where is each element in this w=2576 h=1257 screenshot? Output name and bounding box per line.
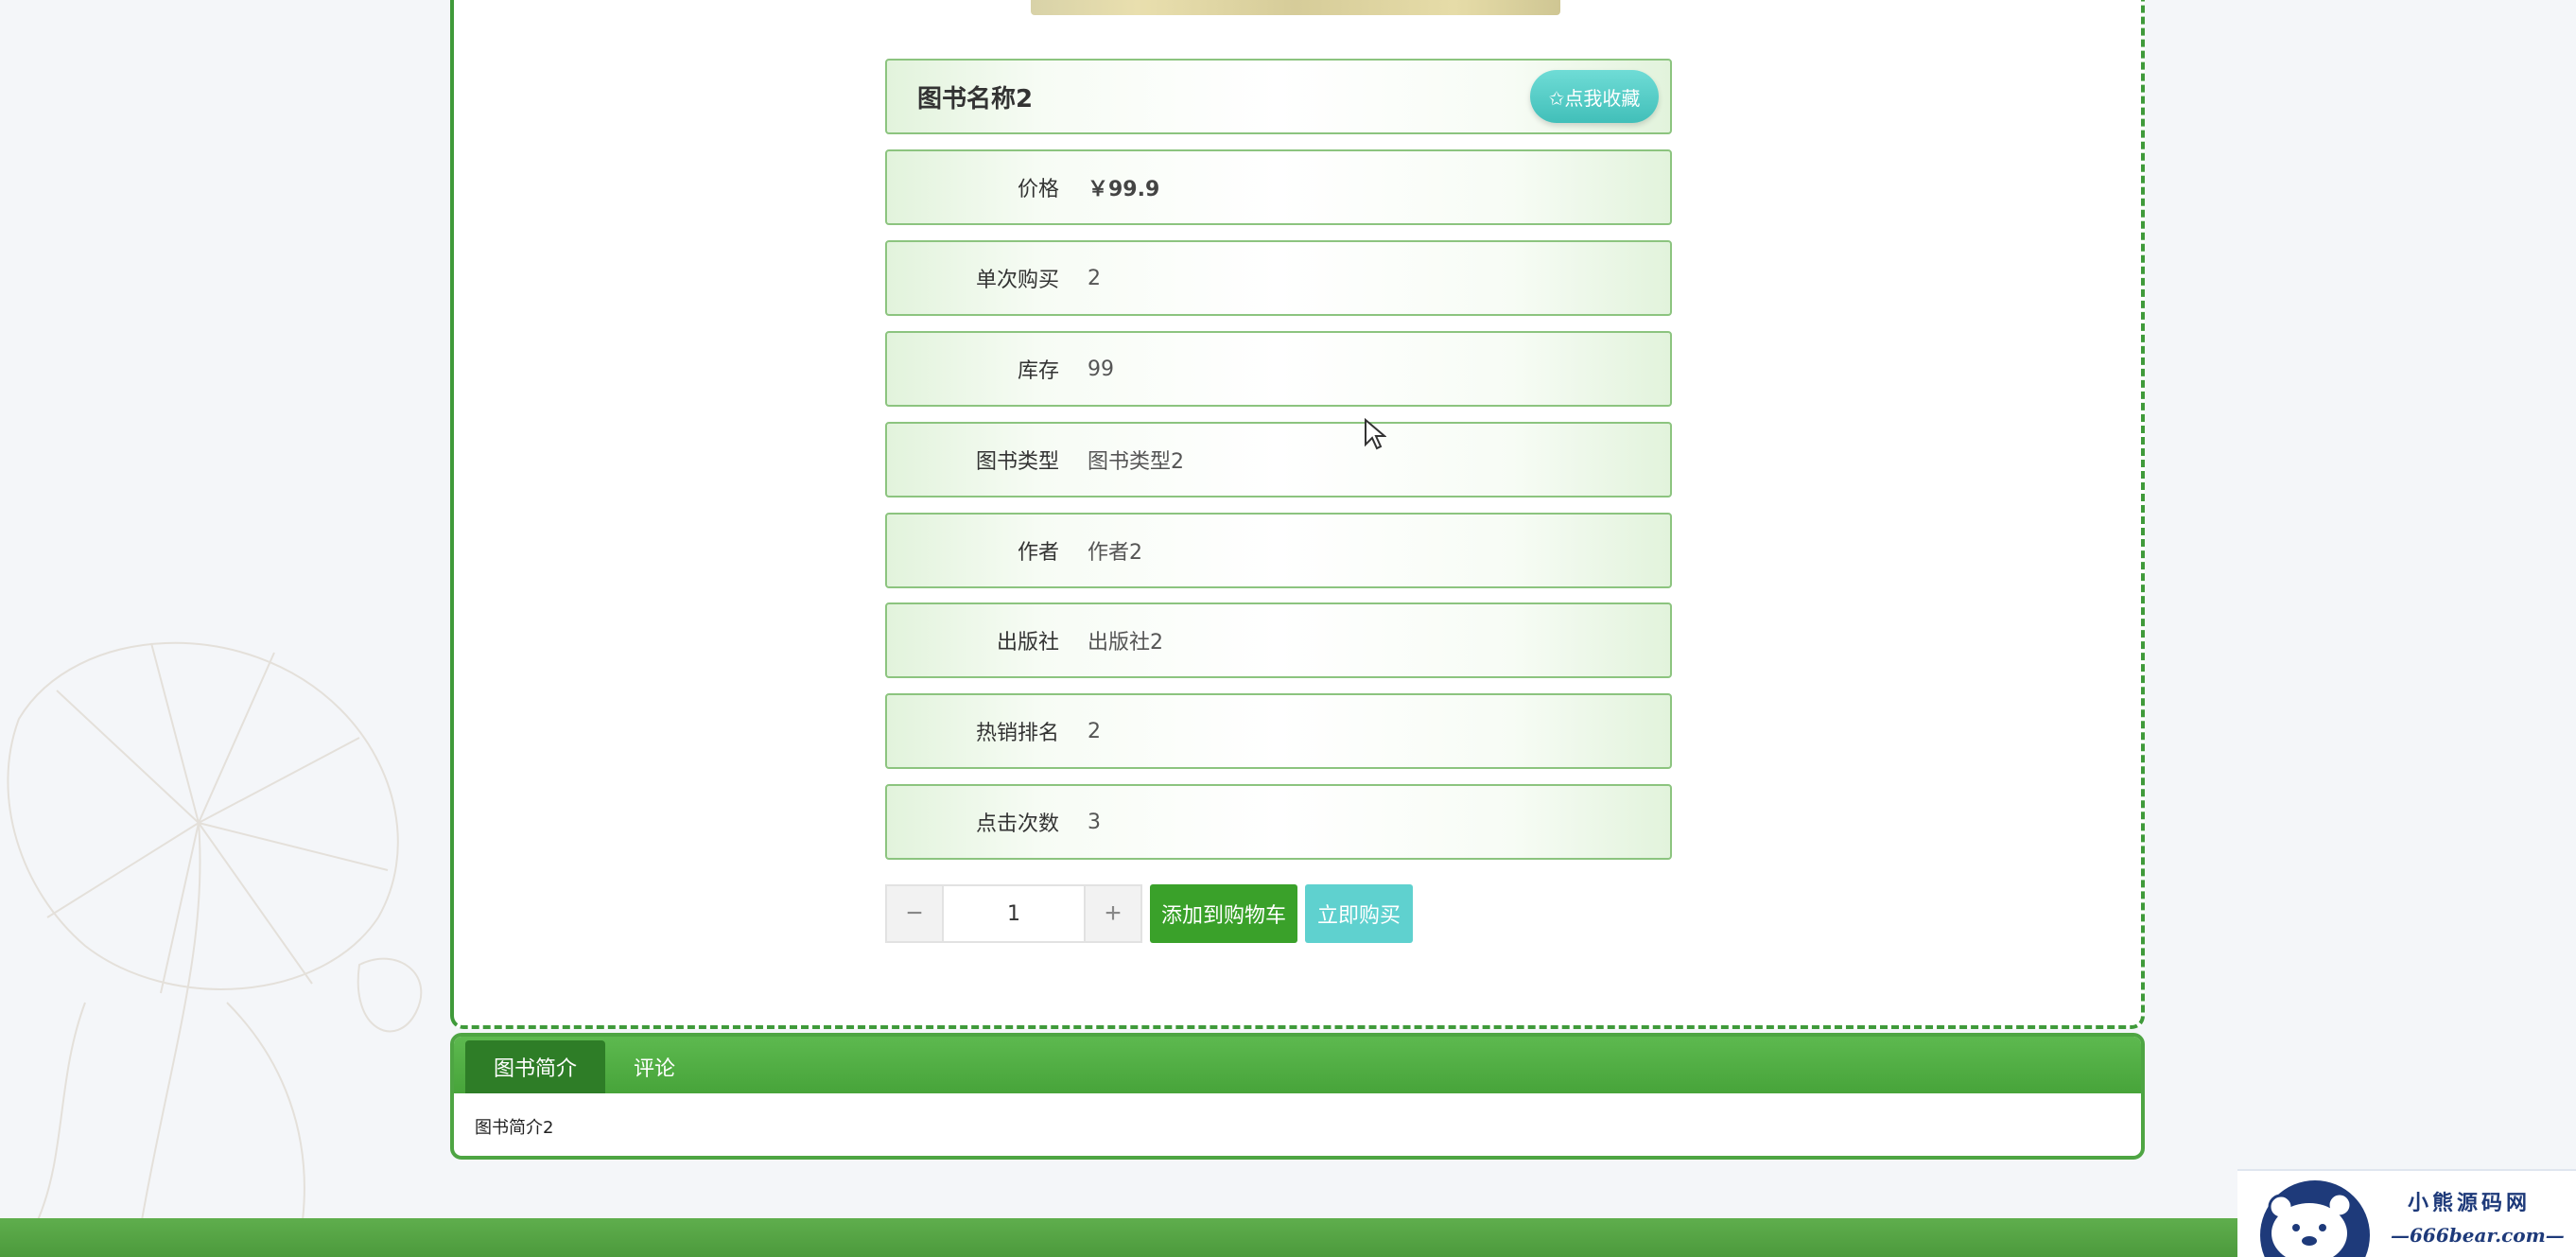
detail-row-publisher: 出版社 出版社2 bbox=[885, 602, 1672, 678]
bear-logo-icon bbox=[2260, 1180, 2370, 1257]
detail-row-author: 作者 作者2 bbox=[885, 513, 1672, 588]
add-to-cart-button[interactable]: 添加到购物车 bbox=[1150, 884, 1297, 943]
watermark-site: —666bear.com— bbox=[2391, 1224, 2565, 1247]
detail-value: 3 bbox=[1088, 810, 1101, 834]
detail-value: 作者2 bbox=[1088, 541, 1142, 565]
watermark-name: 小熊源码网 bbox=[2408, 1191, 2532, 1215]
increase-quantity-button[interactable]: + bbox=[1084, 884, 1142, 943]
detail-value: 图书类型2 bbox=[1088, 450, 1184, 474]
tab-bar: 图书简介 评论 bbox=[454, 1037, 2141, 1093]
detail-row-book-type: 图书类型 图书类型2 bbox=[885, 422, 1672, 498]
detail-value: 出版社2 bbox=[1088, 631, 1163, 655]
detail-label: 出版社 bbox=[996, 631, 1059, 655]
footer-bar bbox=[0, 1218, 2576, 1257]
mouse-cursor-icon bbox=[1365, 418, 1386, 450]
quantity-stepper: − + 添加到购物车 立即购买 bbox=[885, 884, 1413, 943]
tab-comments[interactable]: 评论 bbox=[605, 1040, 704, 1093]
book-cover-image bbox=[1031, 0, 1560, 15]
favorite-button[interactable]: ✩点我收藏 bbox=[1530, 70, 1659, 123]
detail-label: 点击次数 bbox=[975, 812, 1059, 836]
lotus-leaf-decoration bbox=[7, 641, 423, 1220]
tab-book-intro[interactable]: 图书简介 bbox=[465, 1040, 606, 1093]
buy-now-button[interactable]: 立即购买 bbox=[1305, 884, 1413, 943]
detail-label: 价格 bbox=[1017, 178, 1059, 201]
detail-value: 2 bbox=[1088, 266, 1101, 290]
quantity-input[interactable] bbox=[944, 884, 1084, 943]
book-tabs-panel: 图书简介 评论 图书简介2 bbox=[450, 1033, 2145, 1160]
detail-label: 库存 bbox=[1017, 359, 1059, 383]
book-title-box: 图书名称2 ✩点我收藏 bbox=[885, 59, 1672, 134]
detail-row-single-purchase: 单次购买 2 bbox=[885, 240, 1672, 316]
tab-content-text: 图书简介2 bbox=[475, 1118, 554, 1138]
book-title: 图书名称2 bbox=[917, 84, 1034, 113]
detail-value: 99 bbox=[1088, 357, 1114, 381]
detail-row-price: 价格 ￥99.9 bbox=[885, 149, 1672, 225]
detail-value: ￥99.9 bbox=[1088, 178, 1160, 201]
detail-row-sales-rank: 热销排名 2 bbox=[885, 693, 1672, 769]
detail-row-click-count: 点击次数 3 bbox=[885, 784, 1672, 860]
detail-value: 2 bbox=[1088, 719, 1101, 743]
detail-label: 热销排名 bbox=[975, 722, 1059, 745]
detail-label: 图书类型 bbox=[975, 450, 1059, 474]
detail-label: 单次购买 bbox=[975, 269, 1059, 292]
detail-label: 作者 bbox=[1017, 541, 1059, 565]
watermark-badge: 小熊源码网 —666bear.com— bbox=[2237, 1169, 2576, 1257]
decrease-quantity-button[interactable]: − bbox=[885, 884, 944, 943]
detail-row-stock: 库存 99 bbox=[885, 331, 1672, 407]
